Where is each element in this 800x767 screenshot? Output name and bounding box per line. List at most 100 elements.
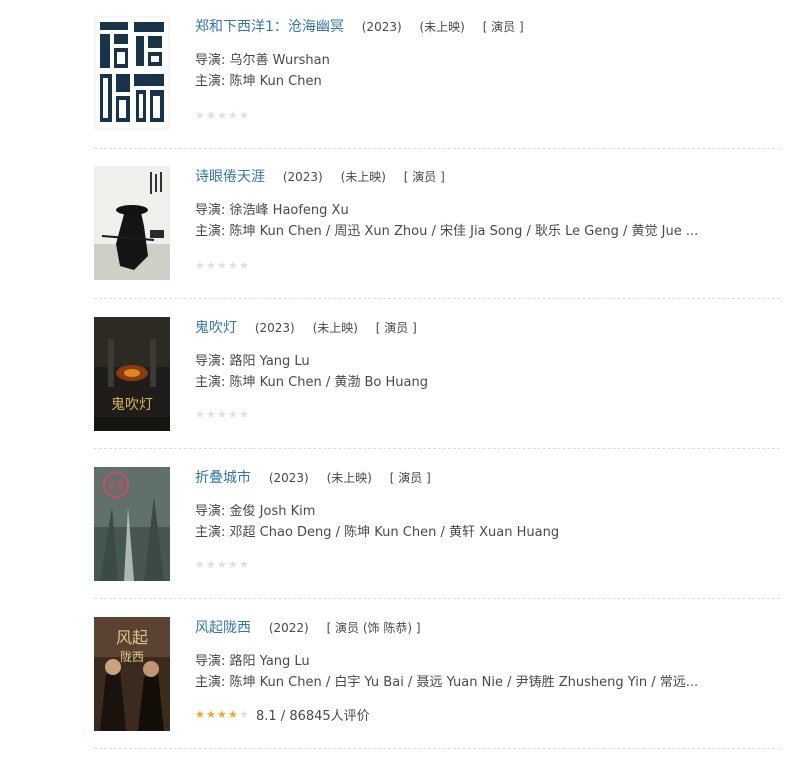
rating: ★ ★ ★ ★ ★ — [195, 258, 256, 272]
director-name: 路阳 Yang Lu — [229, 654, 310, 669]
director-label: 导演: — [195, 53, 226, 68]
movie-item: 郑和下西洋1：沧海幽冥 (2023) (未上映) [ 演员 ] 导演: 乌尔善 … — [94, 16, 780, 166]
svg-text:折叠: 折叠 — [107, 480, 125, 492]
director-line: 导演: 金俊 Josh Kim — [195, 501, 780, 522]
cast-line: 主演: 邓超 Chao Deng / 陈坤 Kun Chen / 黄轩 Xuan… — [195, 522, 780, 543]
divider — [94, 748, 780, 749]
star-icon: ★ — [239, 258, 249, 272]
divider — [94, 598, 780, 599]
star-icon: ★ — [217, 108, 227, 122]
release-status: (未上映) — [312, 321, 358, 335]
movie-title-link[interactable]: 风起陇西 — [195, 620, 251, 636]
release-status: (未上映) — [326, 471, 372, 485]
movie-item: 风起 陇西 风起陇西 (2022) [ 演员 (饰 陈恭) ] 导演: 路阳 Y… — [94, 617, 780, 767]
cast-line: 主演: 陈坤 Kun Chen / 白宇 Yu Bai / 聂远 Yuan Ni… — [195, 672, 780, 693]
cast-names: 陈坤 Kun Chen / 白宇 Yu Bai / 聂远 Yuan Nie / … — [229, 675, 699, 690]
title-line: 诗眼倦天涯 (2023) (未上映) [ 演员 ] — [195, 166, 780, 188]
star-icon: ★ — [239, 557, 249, 571]
rating: ★ ★ ★ ★ ★ — [195, 407, 256, 421]
star-icon: ★ — [195, 108, 205, 122]
movie-title-link[interactable]: 郑和下西洋1：沧海幽冥 — [195, 19, 344, 35]
role-tag: [ 演员 ] — [375, 321, 417, 335]
movie-year: (2023) — [268, 471, 309, 485]
star-icon: ★ — [206, 557, 216, 571]
rating-stars: ★ ★ ★ ★ ★ — [195, 260, 250, 271]
movie-title-link[interactable]: 鬼吹灯 — [195, 320, 237, 336]
movie-info: 折叠城市 (2023) (未上映) [ 演员 ] 导演: 金俊 Josh Kim… — [195, 467, 780, 543]
divider — [94, 298, 780, 299]
cast-label: 主演: — [195, 74, 226, 89]
director-name: 金俊 Josh Kim — [229, 504, 316, 519]
movie-item: 折叠 折叠城市 (2023) (未上映) [ 演员 ] 导演: 金俊 Josh … — [94, 467, 780, 617]
rating: ★ ★ ★ ★ ★ — [195, 108, 256, 122]
rating: ★ ★ ★ ★ ★ — [195, 557, 256, 571]
rating-stars: ★ ★ ★ ★ ★ — [195, 409, 250, 420]
role-tag: [ 演员 ] — [482, 20, 524, 34]
cast-line: 主演: 陈坤 Kun Chen — [195, 71, 780, 92]
director-name: 路阳 Yang Lu — [229, 354, 310, 369]
star-icon: ★ — [228, 707, 238, 721]
title-line: 郑和下西洋1：沧海幽冥 (2023) (未上映) [ 演员 ] — [195, 16, 780, 38]
movie-poster[interactable]: 折叠 — [94, 467, 170, 581]
rating-text: 8.1 / 86845人评价 — [256, 708, 370, 724]
director-label: 导演: — [195, 354, 226, 369]
star-icon: ★ — [228, 407, 238, 421]
cast-names: 邓超 Chao Deng / 陈坤 Kun Chen / 黄轩 Xuan Hua… — [229, 525, 560, 540]
star-icon: ★ — [228, 557, 238, 571]
director-name: 乌尔善 Wurshan — [229, 53, 330, 68]
divider — [94, 148, 780, 149]
rating-stars: ★ ★ ★ ★ ★ — [195, 559, 250, 570]
movie-info: 郑和下西洋1：沧海幽冥 (2023) (未上映) [ 演员 ] 导演: 乌尔善 … — [195, 16, 780, 92]
movie-title-link[interactable]: 折叠城市 — [195, 470, 251, 486]
svg-text:鬼吹灯: 鬼吹灯 — [111, 397, 153, 413]
star-icon: ★ — [195, 258, 205, 272]
title-line: 鬼吹灯 (2023) (未上映) [ 演员 ] — [195, 317, 780, 339]
movie-year: (2023) — [254, 321, 295, 335]
movie-item: 诗眼倦天涯 (2023) (未上映) [ 演员 ] 导演: 徐浩峰 Haofen… — [94, 166, 780, 316]
star-icon: ★ — [217, 258, 227, 272]
rating: ★ ★ ★ ★ ★ 8.1 / 86845人评价 — [195, 707, 370, 724]
star-icon: ★ — [217, 407, 227, 421]
director-line: 导演: 徐浩峰 Haofeng Xu — [195, 200, 780, 221]
movie-item: 鬼吹灯 鬼吹灯 (2023) (未上映) [ 演员 ] 导演: 路阳 Yang … — [94, 317, 780, 467]
divider — [94, 448, 780, 449]
star-icon: ★ — [195, 557, 205, 571]
title-line: 折叠城市 (2023) (未上映) [ 演员 ] — [195, 467, 780, 489]
director-line: 导演: 路阳 Yang Lu — [195, 651, 780, 672]
star-icon: ★ — [217, 557, 227, 571]
svg-text:陇西: 陇西 — [120, 649, 144, 664]
star-icon: ★ — [206, 707, 216, 721]
movie-poster[interactable] — [94, 166, 170, 280]
role-tag: [ 演员 ] — [403, 170, 445, 184]
movie-info: 诗眼倦天涯 (2023) (未上映) [ 演员 ] 导演: 徐浩峰 Haofen… — [195, 166, 780, 242]
star-icon: ★ — [217, 707, 227, 721]
svg-text:风起: 风起 — [116, 628, 148, 647]
movie-year: (2023) — [282, 170, 323, 184]
star-icon: ★ — [228, 108, 238, 122]
movie-poster[interactable] — [94, 16, 170, 130]
rating-stars: ★ ★ ★ ★ ★ — [195, 709, 250, 720]
star-icon: ★ — [195, 707, 205, 721]
director-label: 导演: — [195, 654, 226, 669]
star-icon: ★ — [228, 258, 238, 272]
cast-line: 主演: 陈坤 Kun Chen / 周迅 Xun Zhou / 宋佳 Jia S… — [195, 221, 780, 242]
director-line: 导演: 乌尔善 Wurshan — [195, 50, 780, 71]
cast-label: 主演: — [195, 375, 226, 390]
cast-line: 主演: 陈坤 Kun Chen / 黄渤 Bo Huang — [195, 372, 780, 393]
movie-poster[interactable]: 风起 陇西 — [94, 617, 170, 731]
movie-year: (2022) — [268, 621, 309, 635]
role-tag: [ 演员 ] — [389, 471, 431, 485]
star-icon: ★ — [239, 707, 249, 721]
director-line: 导演: 路阳 Yang Lu — [195, 351, 780, 372]
movie-year: (2023) — [361, 20, 402, 34]
star-icon: ★ — [239, 407, 249, 421]
cast-label: 主演: — [195, 675, 226, 690]
cast-names: 陈坤 Kun Chen / 周迅 Xun Zhou / 宋佳 Jia Song … — [229, 224, 699, 239]
cast-names: 陈坤 Kun Chen — [229, 74, 322, 89]
star-icon: ★ — [206, 407, 216, 421]
cast-label: 主演: — [195, 224, 226, 239]
movie-title-link[interactable]: 诗眼倦天涯 — [195, 169, 265, 185]
rating-stars: ★ ★ ★ ★ ★ — [195, 110, 250, 121]
movie-poster[interactable]: 鬼吹灯 — [94, 317, 170, 431]
director-label: 导演: — [195, 203, 226, 218]
